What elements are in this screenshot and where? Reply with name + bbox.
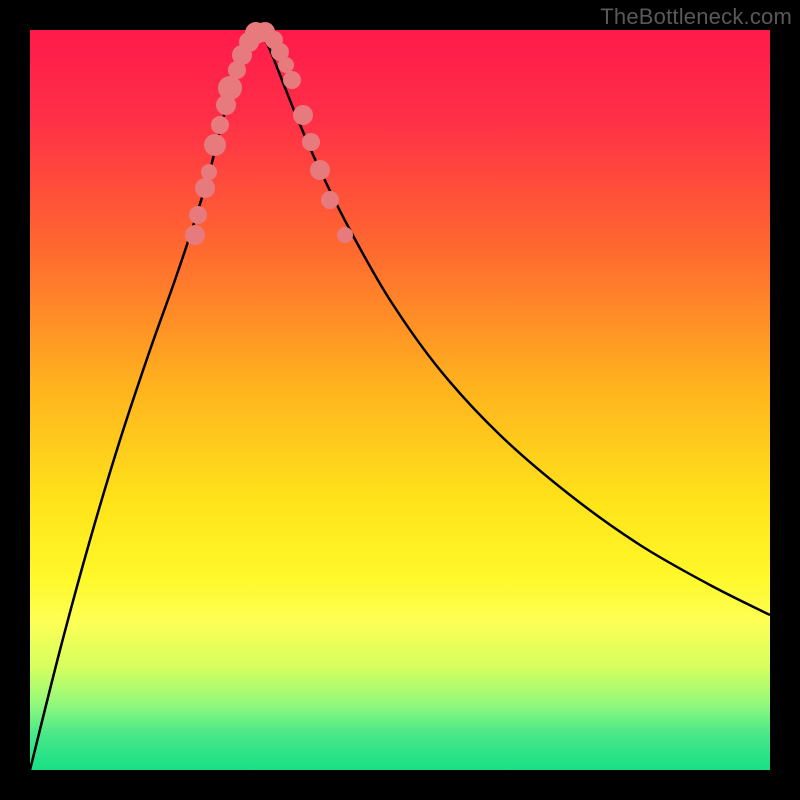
plot-area <box>30 30 770 770</box>
curve-right <box>260 30 770 615</box>
data-marker <box>211 116 229 134</box>
data-marker <box>337 227 353 243</box>
data-marker <box>195 178 215 198</box>
watermark-text: TheBottleneck.com <box>600 4 792 30</box>
data-marker <box>204 134 226 156</box>
data-marker <box>302 133 320 151</box>
data-marker <box>201 164 217 180</box>
data-marker <box>189 206 207 224</box>
curve-left <box>30 30 260 770</box>
data-marker <box>293 105 313 125</box>
data-marker <box>310 160 330 180</box>
data-marker <box>185 225 205 245</box>
data-marker <box>218 76 242 100</box>
data-marker <box>283 71 301 89</box>
data-markers <box>185 22 353 245</box>
data-marker <box>321 191 339 209</box>
curve-layer <box>30 30 770 770</box>
data-marker <box>278 57 294 73</box>
